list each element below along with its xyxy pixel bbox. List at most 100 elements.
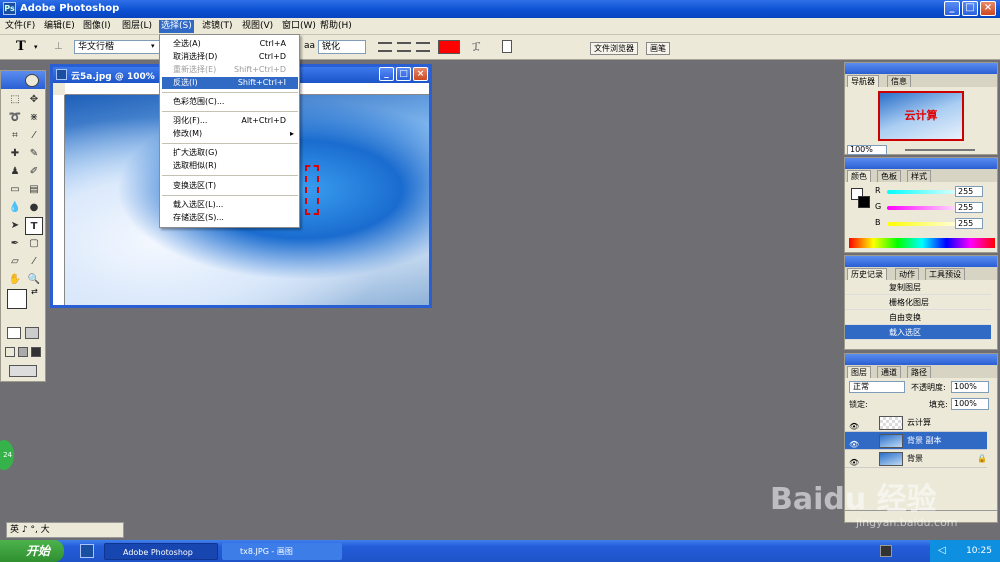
eraser-tool-icon[interactable]: ▭ — [6, 181, 24, 199]
tab-color[interactable]: 颜色 — [847, 170, 871, 182]
menu-item-feather[interactable]: 羽化(F)... Alt+Ctrl+D — [162, 115, 298, 127]
menu-view[interactable]: 视图(V) — [240, 20, 275, 33]
navigator-zoom-field[interactable]: 100% — [847, 145, 887, 155]
layer-row[interactable]: 👁 背景 🔒 — [845, 450, 987, 468]
tab-navigator[interactable]: 导航器 — [847, 75, 879, 87]
opacity-field[interactable]: 100% — [951, 381, 989, 393]
marquee-tool-icon[interactable]: ⬚ — [6, 91, 24, 109]
tab-layers[interactable]: 图层 — [847, 366, 871, 378]
side-badge[interactable]: 24 — [0, 440, 14, 470]
screen-mode-standard-icon[interactable] — [5, 347, 15, 357]
file-browser-tab[interactable]: 文件浏览器 — [590, 42, 638, 55]
history-item-current[interactable]: 载入选区 — [845, 325, 991, 340]
pen-tool-icon[interactable]: ✒ — [6, 235, 24, 253]
tab-actions[interactable]: 动作 — [895, 268, 919, 280]
warp-text-icon[interactable]: ፗ — [472, 39, 480, 54]
tab-channels[interactable]: 通道 — [877, 366, 901, 378]
history-item[interactable]: 自由变换 — [845, 310, 991, 325]
menu-item-inverse[interactable]: 反选(I) Shift+Ctrl+I — [162, 77, 298, 89]
menu-item-grow[interactable]: 扩大选取(G) — [162, 147, 298, 159]
dodge-tool-icon[interactable]: ● — [25, 199, 43, 217]
hand-tool-icon[interactable]: ✋ — [6, 271, 24, 289]
color-spectrum-bar[interactable] — [849, 238, 995, 248]
menu-item-deselect[interactable]: 取消选择(D) Ctrl+D — [162, 51, 298, 63]
font-family-select[interactable]: 华文行楷 — [74, 40, 160, 54]
menu-item-similar[interactable]: 选取相似(R) — [162, 160, 298, 172]
magic-wand-tool-icon[interactable]: ⋇ — [25, 109, 43, 127]
move-tool-icon[interactable]: ✥ — [25, 91, 43, 109]
text-orientation-icon[interactable]: ⊥ — [54, 41, 63, 52]
clock[interactable]: 10:25 — [966, 546, 992, 556]
tab-paths[interactable]: 路径 — [907, 366, 931, 378]
align-right-icon[interactable] — [416, 42, 430, 52]
chevron-down-icon[interactable]: ▾ — [34, 43, 38, 51]
start-button[interactable]: 开始 — [0, 540, 64, 562]
menu-item-reselect[interactable]: 重新选择(E) Shift+Ctrl+D — [162, 64, 298, 76]
background-color-chip[interactable] — [858, 196, 870, 208]
menu-item-color-range[interactable]: 色彩范围(C)... — [162, 96, 298, 108]
tab-styles[interactable]: 样式 — [907, 170, 931, 182]
ime-toolbar[interactable]: 英 ♪ °, 大 — [6, 522, 124, 538]
text-tool-preset-icon[interactable]: T — [16, 39, 26, 54]
doc-minimize-button[interactable]: _ — [379, 67, 394, 81]
crop-tool-icon[interactable]: ⌗ — [6, 127, 24, 145]
menu-filter[interactable]: 滤镜(T) — [200, 20, 235, 33]
fill-field[interactable]: 100% — [951, 398, 989, 410]
type-tool-icon[interactable]: T — [25, 217, 43, 235]
menu-help[interactable]: 帮助(H) — [318, 20, 354, 33]
tray-network-icon[interactable] — [880, 545, 892, 557]
font-dropdown-arrow-icon[interactable]: ▾ — [151, 42, 155, 50]
maximize-button[interactable]: □ — [962, 1, 978, 16]
menu-item-save-selection[interactable]: 存储选区(S)... — [162, 212, 298, 224]
history-brush-tool-icon[interactable]: ✐ — [25, 163, 43, 181]
text-color-swatch[interactable] — [438, 40, 460, 54]
layer-row-active[interactable]: 👁 背景 副本 — [845, 432, 987, 450]
gradient-tool-icon[interactable]: ▤ — [25, 181, 43, 199]
doc-close-button[interactable]: × — [413, 67, 428, 81]
foreground-color-swatch[interactable] — [7, 289, 27, 309]
menu-item-load-selection[interactable]: 载入选区(L)... — [162, 199, 298, 211]
screen-mode-menubar-icon[interactable] — [18, 347, 28, 357]
shape-tool-icon[interactable]: ▢ — [25, 235, 43, 253]
tab-info[interactable]: 信息 — [887, 75, 911, 87]
healing-brush-tool-icon[interactable]: ✚ — [6, 145, 24, 163]
channel-b-value[interactable]: 255 — [955, 218, 983, 229]
quick-launch-icon[interactable] — [80, 544, 94, 558]
zoom-slider[interactable] — [905, 149, 975, 151]
palettes-toggle-icon[interactable] — [502, 40, 512, 53]
history-item[interactable]: 复制图层 — [845, 280, 991, 295]
photoshop-eye-icon[interactable] — [25, 74, 39, 87]
align-center-icon[interactable] — [397, 42, 411, 52]
eye-icon[interactable]: 👁 — [849, 454, 859, 472]
path-selection-tool-icon[interactable]: ➤ — [6, 217, 24, 235]
close-button[interactable]: × — [980, 1, 996, 16]
blur-tool-icon[interactable]: 💧 — [6, 199, 24, 217]
align-left-icon[interactable] — [378, 42, 392, 52]
tab-tool-presets[interactable]: 工具预设 — [925, 268, 965, 280]
layer-row[interactable]: 👁 云计算 — [845, 414, 987, 432]
menu-select[interactable]: 选择(S) — [159, 20, 194, 33]
slice-tool-icon[interactable]: ⁄ — [25, 127, 43, 145]
menu-item-select-all[interactable]: 全选(A) Ctrl+A — [162, 38, 298, 50]
channel-r-value[interactable]: 255 — [955, 186, 983, 197]
lasso-tool-icon[interactable]: ➰ — [6, 109, 24, 127]
notes-tool-icon[interactable]: ▱ — [6, 253, 24, 271]
doc-maximize-button[interactable]: □ — [396, 67, 411, 81]
brushes-tab[interactable]: 画笔 — [646, 42, 670, 55]
channel-g-value[interactable]: 255 — [955, 202, 983, 213]
blend-mode-select[interactable]: 正常 — [849, 381, 905, 393]
screen-mode-full-icon[interactable] — [31, 347, 41, 357]
quick-mask-mode-icon[interactable] — [25, 327, 39, 339]
brush-tool-icon[interactable]: ✎ — [25, 145, 43, 163]
tab-swatches[interactable]: 色板 — [877, 170, 901, 182]
menu-window[interactable]: 窗口(W) — [280, 20, 318, 33]
taskbar-item-paint[interactable]: tx8.JPG - 画图 — [222, 543, 342, 560]
standard-mode-icon[interactable] — [7, 327, 21, 339]
minimize-button[interactable]: _ — [944, 1, 960, 16]
menu-file[interactable]: 文件(F) — [3, 20, 37, 33]
menu-edit[interactable]: 编辑(E) — [42, 20, 77, 33]
menu-item-modify[interactable]: 修改(M) ▸ — [162, 128, 298, 140]
antialias-select[interactable]: 锐化 — [318, 40, 366, 54]
eyedropper-tool-icon[interactable]: ⁄ — [25, 253, 43, 271]
menu-item-transform-selection[interactable]: 变换选区(T) — [162, 180, 298, 192]
